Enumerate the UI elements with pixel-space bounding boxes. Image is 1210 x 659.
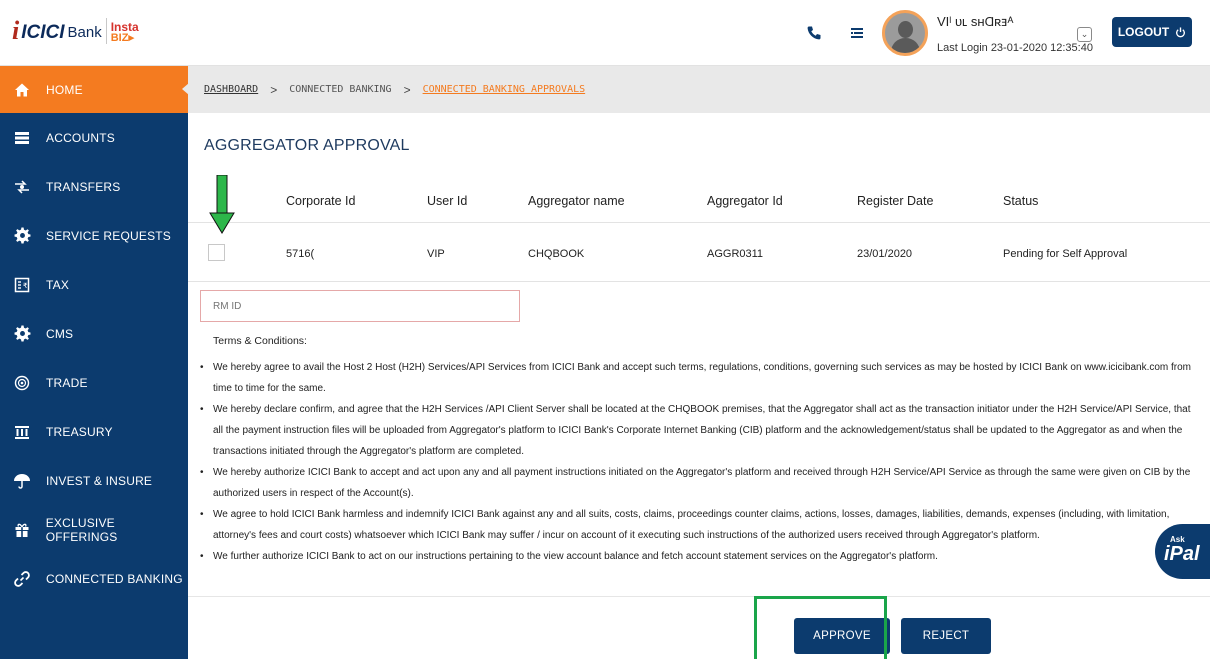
logo-icici-text: ICICI [21, 22, 65, 43]
column-header-user-id: User Id [427, 194, 468, 208]
gear-icon [12, 324, 32, 344]
sidebar-item-connected-banking[interactable]: CONNECTED BANKING [0, 554, 188, 603]
avatar-head [898, 21, 913, 38]
sidebar-item-label: EXCLUSIVE OFFERINGS [45, 515, 118, 544]
terms-clause: • We hereby agree to avail the Host 2 Ho… [200, 357, 1200, 399]
terms-clause: • We further authorize ICICI Bank to act… [200, 546, 1200, 567]
ipal-name-label: iPal [1164, 543, 1200, 565]
green-highlight-box [754, 596, 887, 659]
sidebar-item-label: INVEST & INSURE [46, 473, 153, 488]
avatar-body [891, 38, 920, 53]
terms-title: Terms & Conditions: [213, 335, 307, 347]
column-header-aggregator-id: Aggregator Id [707, 194, 783, 208]
logo-divider [105, 18, 107, 44]
table-header: Corporate Id User Id Aggregator name Agg… [188, 178, 1210, 223]
bullet: • [200, 362, 204, 373]
cell-corporate-id: 5716( [286, 248, 315, 260]
sidebar-item-label: HOME [46, 82, 83, 97]
terms-clause-text: We hereby authorize ICICI Bank to accept… [213, 467, 1191, 499]
last-login: Last Login 23-01-2020 12:35:40 [937, 42, 1093, 54]
sidebar-item-label: TRADE [46, 375, 88, 390]
bank-icon [12, 422, 32, 442]
column-header-corporate-id: Corporate Id [286, 194, 356, 208]
bullet: • [200, 551, 204, 562]
icici-insta-biz-logo[interactable]: i ICICI Bank Insta BIZ▸ [12, 18, 139, 44]
terms-clause: • We hereby authorize ICICI Bank to acce… [200, 462, 1200, 504]
logo-biz-text: BIZ▸ [110, 32, 134, 44]
cell-register-date: 23/01/2020 [857, 248, 913, 260]
cell-status: Pending for Self Approval [1003, 248, 1128, 260]
sidebar-item-exclusive-offerings[interactable]: EXCLUSIVE OFFERINGS [0, 505, 188, 554]
sidebar-item-label: ACCOUNTS [46, 130, 115, 145]
breadcrumb-dashboard[interactable]: DASHBOARD [204, 84, 258, 95]
accounts-icon [12, 128, 32, 148]
breadcrumb-current[interactable]: CONNECTED BANKING APPROVALS [423, 84, 586, 95]
breadcrumb-connected-banking[interactable]: CONNECTED BANKING [289, 84, 391, 95]
home-icon [12, 80, 32, 100]
reject-button[interactable]: REJECT [901, 618, 991, 654]
column-header-aggregator-name: Aggregator name [528, 194, 625, 208]
divider [188, 596, 1210, 597]
logout-button[interactable]: LOGOUT [1112, 17, 1192, 47]
sidebar-item-service-requests[interactable]: SERVICE REQUESTS [0, 211, 188, 260]
ipal-chat-button[interactable]: Ask iPal [1155, 524, 1210, 579]
breadcrumb-separator: > [270, 82, 278, 97]
svg-text:₹: ₹ [23, 282, 28, 290]
sidebar-item-treasury[interactable]: TREASURY [0, 407, 188, 456]
logo-insta-biz: Insta BIZ▸ [111, 21, 139, 44]
sidebar-item-home[interactable]: HOME [0, 66, 189, 113]
terms-clause: • We agree to hold ICICI Bank harmless a… [200, 504, 1200, 546]
logo-bank-text: Bank [67, 24, 102, 41]
cell-user-id: VIP [427, 248, 445, 260]
terms-clause-text: We hereby agree to avail the Host 2 Host… [213, 362, 1192, 394]
bullet: • [200, 467, 204, 478]
column-header-status: Status [1003, 194, 1039, 208]
terms-clause-text: We hereby declare confirm, and agree tha… [213, 404, 1191, 457]
bullet: • [200, 404, 204, 415]
tax-icon: ₹ [12, 275, 32, 295]
rm-id-input[interactable] [200, 290, 520, 322]
umbrella-icon [12, 471, 32, 491]
sidebar-item-label: CONNECTED BANKING [46, 571, 183, 586]
terms-list: • We hereby agree to avail the Host 2 Ho… [200, 357, 1200, 567]
sidebar-item-cms[interactable]: CMS [0, 309, 188, 358]
bullet: • [200, 509, 204, 520]
top-header: i ICICI Bank Insta BIZ▸ VIˡ ᴜʟ ѕʜⱭʀⱻᴬ La… [0, 0, 1210, 66]
terms-clause-text: We further authorize ICICI Bank to act o… [213, 551, 938, 562]
sidebar-item-tax[interactable]: ₹ TAX [0, 260, 188, 309]
link-icon [12, 569, 32, 589]
user-name: VIˡ ᴜʟ ѕʜⱭʀⱻᴬ [937, 14, 1014, 29]
user-dropdown-icon[interactable]: ⌄ [1077, 27, 1092, 42]
sidebar-item-transfers[interactable]: TRANSFERS [0, 162, 188, 211]
cell-aggregator-name: CHQBOOK [528, 248, 585, 260]
power-icon [1176, 26, 1186, 37]
sidebar-item-label: TAX [46, 277, 70, 292]
column-header-register-date: Register Date [857, 194, 934, 208]
phone-icon[interactable] [805, 24, 823, 42]
logo-mark: i [12, 16, 20, 45]
terms-clause-text: We agree to hold ICICI Bank harmless and… [213, 509, 1170, 541]
logout-label: LOGOUT [1117, 25, 1170, 39]
table-row: 5716( VIP CHQBOOK AGGR0311 23/01/2020 Pe… [188, 224, 1210, 282]
sidebar-item-label: TREASURY [46, 424, 113, 439]
sidebar-item-label: CMS [46, 326, 74, 341]
transfers-icon [12, 177, 32, 197]
gift-icon [12, 520, 32, 540]
sidebar-item-label: SERVICE REQUESTS [46, 228, 172, 243]
breadcrumb: DASHBOARD > CONNECTED BANKING > CONNECTE… [188, 66, 1210, 113]
sidebar-item-label: TRANSFERS [46, 179, 121, 194]
sidebar-item-accounts[interactable]: ACCOUNTS [0, 113, 188, 162]
sidebar: HOME ACCOUNTS TRANSFERS SERVICE REQUESTS… [0, 66, 189, 659]
sidebar-item-trade[interactable]: TRADE [0, 358, 188, 407]
breadcrumb-separator: > [403, 82, 411, 97]
terms-clause: • We hereby declare confirm, and agree t… [200, 399, 1200, 462]
gear-icon [12, 226, 32, 246]
row-select-checkbox[interactable] [208, 244, 225, 261]
menu-list-icon[interactable] [848, 24, 866, 42]
sidebar-item-invest-insure[interactable]: INVEST & INSURE [0, 456, 188, 505]
globe-icon [12, 373, 32, 393]
avatar[interactable] [882, 10, 928, 56]
cell-aggregator-id: AGGR0311 [707, 248, 764, 260]
page-title: AGGREGATOR APPROVAL [204, 137, 410, 154]
